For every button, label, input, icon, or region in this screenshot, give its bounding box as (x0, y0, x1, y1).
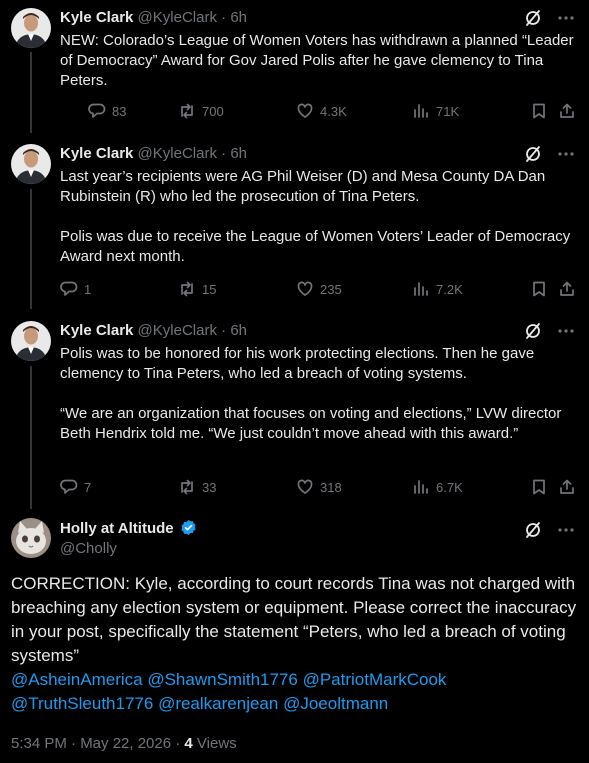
tweet-header: Kyle Clark @KyleClark · 6h (60, 322, 247, 339)
like-icon (297, 479, 313, 494)
share-button[interactable] (558, 280, 576, 298)
mention-link[interactable]: @Joeoltmann (283, 694, 388, 713)
author-name[interactable]: Holly at Altitude (60, 520, 174, 537)
share-icon (560, 479, 574, 494)
tweet-actions: 83 700 4.3K 71K (60, 102, 580, 122)
view-count: 4 (184, 735, 193, 752)
avatar[interactable] (11, 8, 51, 48)
tweet-time[interactable]: 6h (230, 145, 247, 162)
thread-connector (30, 189, 32, 309)
bookmark-button[interactable] (530, 102, 548, 120)
like-button[interactable]: 4.3K (296, 102, 347, 120)
tweet-time[interactable]: 6h (230, 9, 247, 26)
tweet-header: Holly at Altitude (60, 519, 197, 539)
bookmark-button[interactable] (530, 280, 548, 298)
tweet-text: Last year’s recipients were AG Phil Weis… (60, 168, 571, 265)
reply-button[interactable]: 7 (60, 478, 91, 496)
thread-tweet[interactable]: Kyle Clark @KyleClark · 6h NEW: Colorado… (0, 0, 589, 133)
views-button[interactable]: 71K (412, 102, 459, 120)
avatar[interactable] (11, 321, 51, 361)
tweet-actions: 1 15 235 7.2K (60, 280, 580, 300)
author-handle[interactable]: @KyleClark (138, 145, 217, 162)
avatar[interactable] (11, 144, 51, 184)
like-icon (297, 281, 313, 296)
more-icon[interactable] (557, 521, 575, 539)
tweet-top-actions (523, 321, 575, 341)
avatar[interactable] (11, 518, 51, 558)
grok-icon[interactable] (523, 8, 543, 28)
mention-link[interactable]: @ShawnSmith1776 (147, 670, 298, 689)
tweet-text: Polis was to be honored for his work pro… (60, 345, 562, 442)
tweet-text: NEW: Colorado’s League of Women Voters h… (60, 32, 574, 89)
more-icon[interactable] (557, 322, 575, 340)
repost-button[interactable]: 33 (178, 478, 216, 496)
bookmark-icon (533, 479, 545, 495)
author-name[interactable]: Kyle Clark (60, 145, 133, 162)
thread-connector (30, 52, 32, 133)
more-icon[interactable] (557, 145, 575, 163)
views-label: Views (192, 735, 237, 752)
author-name[interactable]: Kyle Clark (60, 322, 133, 339)
author-handle[interactable]: @KyleClark (138, 322, 217, 339)
bookmark-icon (533, 103, 545, 119)
views-icon (414, 282, 428, 296)
tweet-text: CORRECTION: Kyle, according to court rec… (11, 572, 581, 716)
tweet-top-actions (523, 144, 575, 164)
repost-icon (181, 103, 193, 119)
repost-icon (181, 479, 193, 495)
handle-row: @Cholly (60, 539, 117, 559)
views-button[interactable]: 6.7K (412, 478, 463, 496)
views-icon (414, 104, 428, 118)
tweet-timestamp: 5:34 PM · May 22, 2026 · 4 Views (11, 735, 237, 752)
reply-icon (60, 281, 78, 296)
reply-icon (60, 479, 78, 494)
grok-icon[interactable] (523, 321, 543, 341)
share-button[interactable] (558, 478, 576, 496)
bookmark-icon (533, 281, 545, 297)
like-button[interactable]: 235 (296, 280, 342, 298)
reply-button[interactable]: 83 (88, 102, 126, 120)
mentions: @AsheinAmerica @ShawnSmith1776 @PatriotM… (11, 668, 581, 716)
author-handle[interactable]: @KyleClark (138, 9, 217, 26)
grok-icon[interactable] (523, 520, 543, 540)
thread-tweet[interactable]: Kyle Clark @KyleClark · 6h Polis was to … (0, 309, 589, 509)
bookmark-button[interactable] (530, 478, 548, 496)
tweet-header: Kyle Clark @KyleClark · 6h (60, 145, 247, 162)
thread-tweet[interactable]: Kyle Clark @KyleClark · 6h Last year’s r… (0, 133, 589, 309)
mention-link[interactable]: @AsheinAmerica (11, 670, 143, 689)
verified-badge-icon (181, 519, 196, 536)
author-name[interactable]: Kyle Clark (60, 9, 133, 26)
repost-button[interactable]: 15 (178, 280, 216, 298)
share-button[interactable] (558, 102, 576, 120)
grok-icon[interactable] (523, 144, 543, 164)
mention-link[interactable]: @PatriotMarkCook (303, 670, 447, 689)
mention-link[interactable]: @TruthSleuth1776 (11, 694, 153, 713)
views-icon (414, 480, 428, 494)
tweet-top-actions (523, 8, 575, 28)
like-icon (297, 103, 313, 118)
mention-link[interactable]: @realkarenjean (158, 694, 278, 713)
tweet-actions: 7 33 318 6.7K (60, 478, 580, 498)
views-button[interactable]: 7.2K (412, 280, 463, 298)
repost-button[interactable]: 700 (178, 102, 224, 120)
main-tweet: Holly at Altitude @Cholly CORRECTION: Ky… (0, 509, 589, 763)
like-button[interactable]: 318 (296, 478, 342, 496)
reply-button[interactable]: 1 (60, 280, 91, 298)
more-icon[interactable] (557, 9, 575, 27)
timestamp-link[interactable]: 5:34 PM · May 22, 2026 · (11, 735, 184, 752)
share-icon (560, 103, 574, 118)
tweet-time[interactable]: 6h (230, 322, 247, 339)
repost-icon (181, 281, 193, 297)
tweet-top-actions (523, 520, 575, 540)
author-handle[interactable]: @Cholly (60, 540, 117, 557)
reply-icon (88, 103, 106, 118)
share-icon (560, 281, 574, 296)
tweet-header: Kyle Clark @KyleClark · 6h (60, 9, 247, 26)
thread-connector (30, 366, 32, 509)
